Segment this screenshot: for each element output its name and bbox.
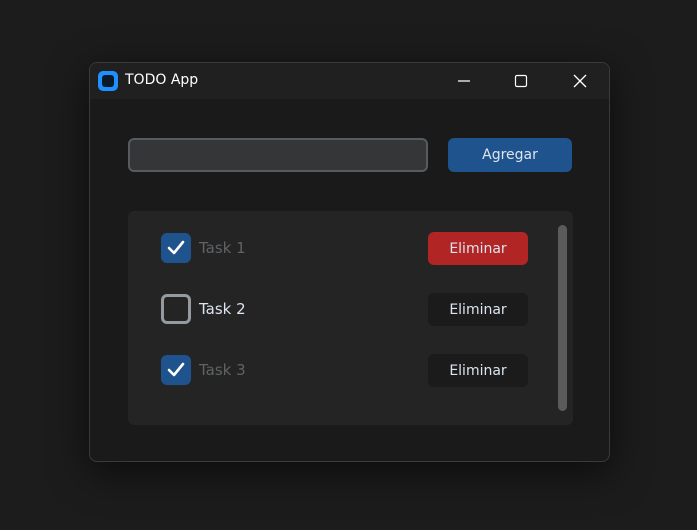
app-icon xyxy=(98,71,118,91)
delete-task-button[interactable]: Eliminar xyxy=(428,232,528,265)
task-checkbox[interactable] xyxy=(161,294,191,324)
task-label: Task 3 xyxy=(199,361,246,379)
delete-task-button[interactable]: Eliminar xyxy=(428,354,528,387)
checkmark-icon xyxy=(167,240,185,255)
list-scrollbar[interactable] xyxy=(558,225,567,411)
minimize-button[interactable] xyxy=(440,63,488,99)
task-label: Task 2 xyxy=(199,300,246,318)
task-row: Task 3 Eliminar xyxy=(128,353,548,387)
maximize-button[interactable] xyxy=(497,63,545,99)
close-button[interactable] xyxy=(556,63,604,99)
task-checkbox[interactable] xyxy=(161,233,191,263)
delete-task-button[interactable]: Eliminar xyxy=(428,293,528,326)
maximize-icon xyxy=(514,74,528,88)
title-bar[interactable]: TODO App xyxy=(90,63,609,99)
add-task-button[interactable]: Agregar xyxy=(448,138,572,172)
task-list: Task 1 Eliminar Task 2 Eliminar Task 3 E… xyxy=(128,211,573,425)
task-checkbox[interactable] xyxy=(161,355,191,385)
task-input[interactable] xyxy=(128,138,428,172)
checkmark-icon xyxy=(167,362,185,377)
task-row: Task 1 Eliminar xyxy=(128,231,548,265)
minimize-icon xyxy=(458,80,470,82)
app-window: TODO App Agregar Task 1 Eliminar Task 2 … xyxy=(89,62,610,462)
task-row: Task 2 Eliminar xyxy=(128,292,548,326)
task-label: Task 1 xyxy=(199,239,246,257)
window-title: TODO App xyxy=(125,72,199,88)
close-icon xyxy=(573,74,587,88)
